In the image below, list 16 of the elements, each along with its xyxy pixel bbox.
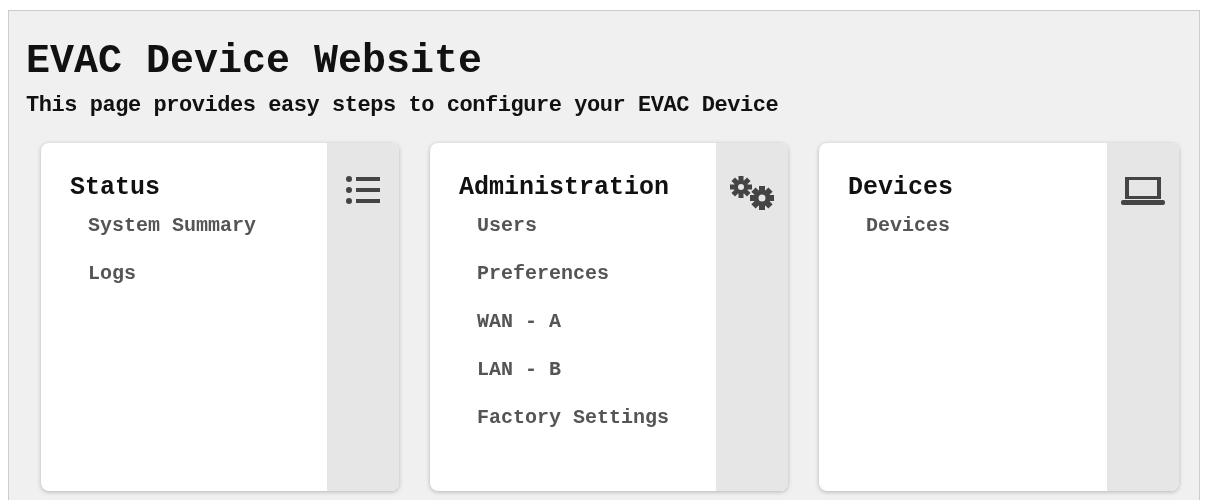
card-title: Status — [70, 173, 161, 202]
menu-link[interactable]: WAN - A — [477, 310, 561, 333]
card-title: Administration — [459, 173, 671, 202]
card-title: Devices — [848, 173, 955, 202]
page-title: EVAC Device Website — [26, 39, 484, 85]
gears-icon — [729, 175, 775, 211]
menu-link[interactable]: Devices — [866, 214, 950, 237]
menu-link[interactable]: LAN - B — [477, 358, 561, 381]
menu-link[interactable]: Factory Settings — [477, 406, 670, 429]
laptop-icon — [1120, 175, 1166, 207]
menu-link[interactable]: System Summary — [88, 214, 257, 237]
page-subtitle: This page provides easy steps to configure your EVAC Device — [26, 93, 780, 119]
list-icon — [345, 175, 381, 205]
menu-link[interactable]: Logs — [88, 262, 136, 285]
menu-link[interactable]: Preferences — [477, 262, 610, 285]
menu-link[interactable]: Users — [477, 214, 537, 237]
